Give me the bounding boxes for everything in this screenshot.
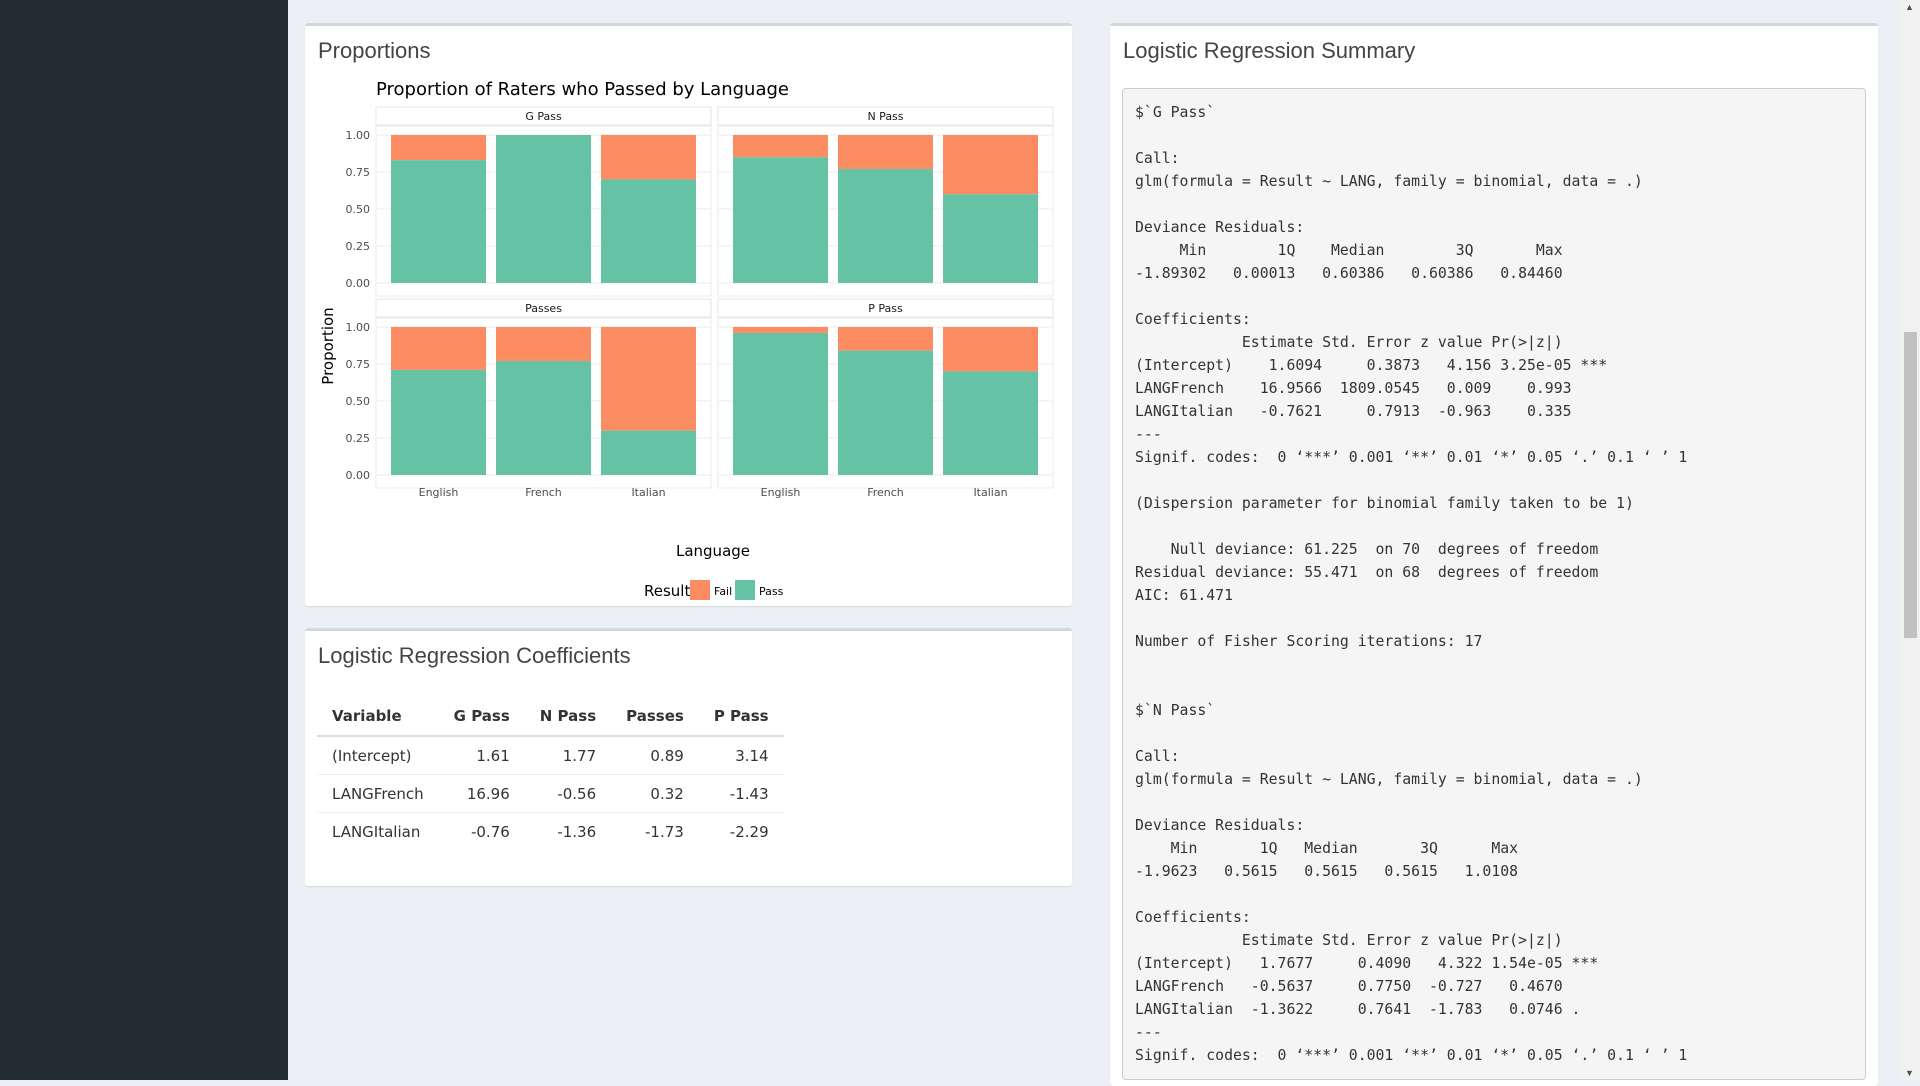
proportions-box: Proportions Proportion of Raters who Pas… <box>305 23 1072 606</box>
table-cell: -1.36 <box>524 812 612 850</box>
y-tick-label: 0.00 <box>346 277 371 290</box>
table-cell: 0.32 <box>611 774 699 813</box>
page-scrollbar[interactable]: ▲ ▼ <box>1900 0 1920 1080</box>
scroll-up-icon[interactable]: ▲ <box>1905 2 1914 12</box>
table-cell: 1.61 <box>438 735 525 775</box>
bar-fail <box>601 135 696 180</box>
table-header: Variable <box>317 697 439 737</box>
bar-fail <box>943 327 1038 372</box>
summary-output: $`G Pass` Call: glm(formula = Result ~ L… <box>1122 88 1866 1080</box>
x-tick-label: Italian <box>631 486 665 499</box>
table-header: Passes <box>611 697 699 737</box>
bar-pass <box>838 350 933 475</box>
y-tick-label: 0.25 <box>346 240 371 253</box>
table-cell: 3.14 <box>698 735 784 775</box>
facet-label: N Pass <box>867 110 903 123</box>
table-header: P Pass <box>698 697 784 737</box>
table-cell: 0.89 <box>611 735 699 775</box>
table-cell: LANGFrench <box>317 774 439 813</box>
bar-fail <box>496 327 591 362</box>
main-content: Proportions Proportion of Raters who Pas… <box>288 0 1900 1086</box>
y-axis-label: Proportion <box>319 307 337 384</box>
facet-label: P Pass <box>868 302 903 315</box>
y-tick-label: 1.00 <box>346 129 371 142</box>
coefficients-title: Logistic Regression Coefficients <box>318 643 631 668</box>
table-header: G Pass <box>438 697 525 737</box>
x-tick-label: English <box>419 486 459 499</box>
bar-pass <box>733 157 828 283</box>
table-cell: -1.43 <box>698 774 784 813</box>
bar-fail <box>943 135 1038 195</box>
sidebar <box>0 0 288 1080</box>
summary-title: Logistic Regression Summary <box>1123 38 1416 63</box>
x-tick-label: English <box>761 486 801 499</box>
coefficients-box: Logistic Regression Coefficients Variabl… <box>305 628 1072 886</box>
bar-pass <box>391 369 486 475</box>
bar-fail <box>733 327 828 333</box>
table-cell: 1.77 <box>524 735 612 775</box>
scroll-thumb[interactable] <box>1904 332 1917 638</box>
bar-pass <box>601 179 696 283</box>
y-tick-label: 0.50 <box>346 395 371 408</box>
y-tick-label: 1.00 <box>346 321 371 334</box>
legend-title: Result <box>644 582 690 600</box>
legend-swatch <box>690 580 710 600</box>
bar-pass <box>391 160 486 283</box>
table-cell: -1.73 <box>611 812 699 850</box>
bar-pass <box>496 135 591 283</box>
table-cell: LANGItalian <box>317 812 439 850</box>
bar-fail <box>838 135 933 170</box>
bar-fail <box>838 327 933 351</box>
bar-fail <box>733 135 828 158</box>
proportions-chart: Proportion of Raters who Passed by Langu… <box>319 79 1054 600</box>
scroll-down-icon[interactable]: ▼ <box>1905 1068 1914 1078</box>
coefficients-table: Variable G Pass N Pass Passes P Pass (Interc… <box>317 697 784 850</box>
bar-pass <box>838 169 933 283</box>
y-tick-label: 0.50 <box>346 203 371 216</box>
bar-fail <box>601 327 696 431</box>
bar-pass <box>496 361 591 475</box>
x-axis-label: Language <box>676 542 750 560</box>
bar-pass <box>601 430 696 475</box>
bar-fail <box>391 135 486 161</box>
legend-label: Fail <box>714 585 732 598</box>
bar-pass <box>943 371 1038 475</box>
summary-text: $`G Pass` Call: glm(formula = Result ~ L… <box>1135 104 1688 1064</box>
bar-fail <box>391 327 486 370</box>
table-header: N Pass <box>524 697 612 737</box>
chart-title: Proportion of Raters who Passed by Langu… <box>376 79 789 100</box>
table-row: LANGItalian -0.76 -1.36 -1.73 -2.29 <box>317 812 784 850</box>
facet-label: Passes <box>525 302 562 315</box>
y-tick-label: 0.00 <box>346 469 371 482</box>
x-tick-label: French <box>867 486 904 499</box>
table-row: LANGFrench 16.96 -0.56 0.32 -1.43 <box>317 774 784 813</box>
x-tick-label: Italian <box>973 486 1007 499</box>
table-cell: (Intercept) <box>317 735 439 775</box>
bar-pass <box>943 194 1038 283</box>
table-cell: -0.56 <box>524 774 612 813</box>
legend-swatch <box>735 580 755 600</box>
y-tick-label: 0.75 <box>346 358 371 371</box>
y-tick-label: 0.75 <box>346 166 371 179</box>
table-cell: -0.76 <box>438 812 525 850</box>
bar-pass <box>733 332 828 475</box>
legend-label: Pass <box>759 585 784 598</box>
proportions-title: Proportions <box>318 38 431 63</box>
y-tick-label: 0.25 <box>346 432 371 445</box>
facet-label: G Pass <box>525 110 562 123</box>
x-tick-label: French <box>525 486 562 499</box>
table-row: (Intercept) 1.61 1.77 0.89 3.14 <box>317 735 784 775</box>
table-cell: -2.29 <box>698 812 784 850</box>
summary-box: Logistic Regression Summary $`G Pass` Ca… <box>1110 23 1878 1086</box>
table-cell: 16.96 <box>438 774 525 813</box>
